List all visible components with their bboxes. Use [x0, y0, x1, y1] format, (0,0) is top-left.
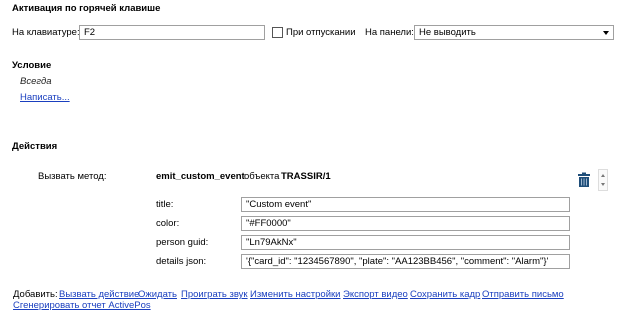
param-input-details-json[interactable]: '{"card_id": "1234567890", "plate": "AA1… [241, 254, 570, 269]
add-change-settings-link[interactable]: Изменить настройки [250, 289, 340, 300]
add-send-email-link[interactable]: Отправить письмо [482, 289, 564, 300]
param-label-person-guid: person guid: [156, 237, 209, 248]
method-name: emit_custom_event [156, 171, 245, 182]
param-input-person-guid[interactable]: "Ln79AkNx" [241, 235, 570, 250]
trash-icon[interactable] [576, 172, 592, 188]
add-export-video-link[interactable]: Экспорт видео [343, 289, 408, 300]
on-release-label[interactable]: При отпускании [286, 27, 356, 38]
panel-select[interactable]: Не выводить [414, 25, 614, 40]
object-word: объекта [244, 171, 280, 182]
param-label-title: title: [156, 199, 174, 210]
on-release-checkbox[interactable] [272, 27, 283, 38]
add-label: Добавить: [13, 289, 58, 300]
panel-select-value: Не выводить [419, 27, 476, 38]
add-save-frame-link[interactable]: Сохранить кадр [410, 289, 480, 300]
keyboard-hotkey-input[interactable]: F2 [79, 25, 265, 40]
object-name: TRASSIR/1 [281, 171, 331, 182]
actions-section-title: Действия [12, 141, 58, 152]
param-input-color[interactable]: "#FF0000" [241, 216, 570, 231]
write-condition-link[interactable]: Написать... [20, 92, 70, 103]
panel-label: На панели: [365, 27, 414, 38]
param-label-details-json: details json: [156, 256, 207, 267]
param-input-title[interactable]: "Custom event" [241, 197, 570, 212]
condition-section-title: Условие [12, 60, 52, 71]
keyboard-label: На клавиатуре: [12, 27, 80, 38]
add-call-action-link[interactable]: Вызвать действие [59, 289, 139, 300]
condition-value: Всегда [20, 76, 52, 87]
call-method-label: Вызвать метод: [38, 171, 107, 182]
add-wait-link[interactable]: Ожидать [138, 289, 177, 300]
add-play-sound-link[interactable]: Проиграть звук [181, 289, 248, 300]
hotkey-section-title: Активация по горячей клавише [12, 3, 161, 14]
chevron-up-icon[interactable] [601, 174, 605, 177]
param-label-color: color: [156, 218, 180, 229]
chevron-down-icon [603, 31, 609, 35]
chevron-down-icon[interactable] [601, 183, 605, 186]
reorder-spinner[interactable] [598, 169, 608, 191]
add-generate-report-link[interactable]: Сгенерировать отчет ActivePos [13, 300, 151, 311]
